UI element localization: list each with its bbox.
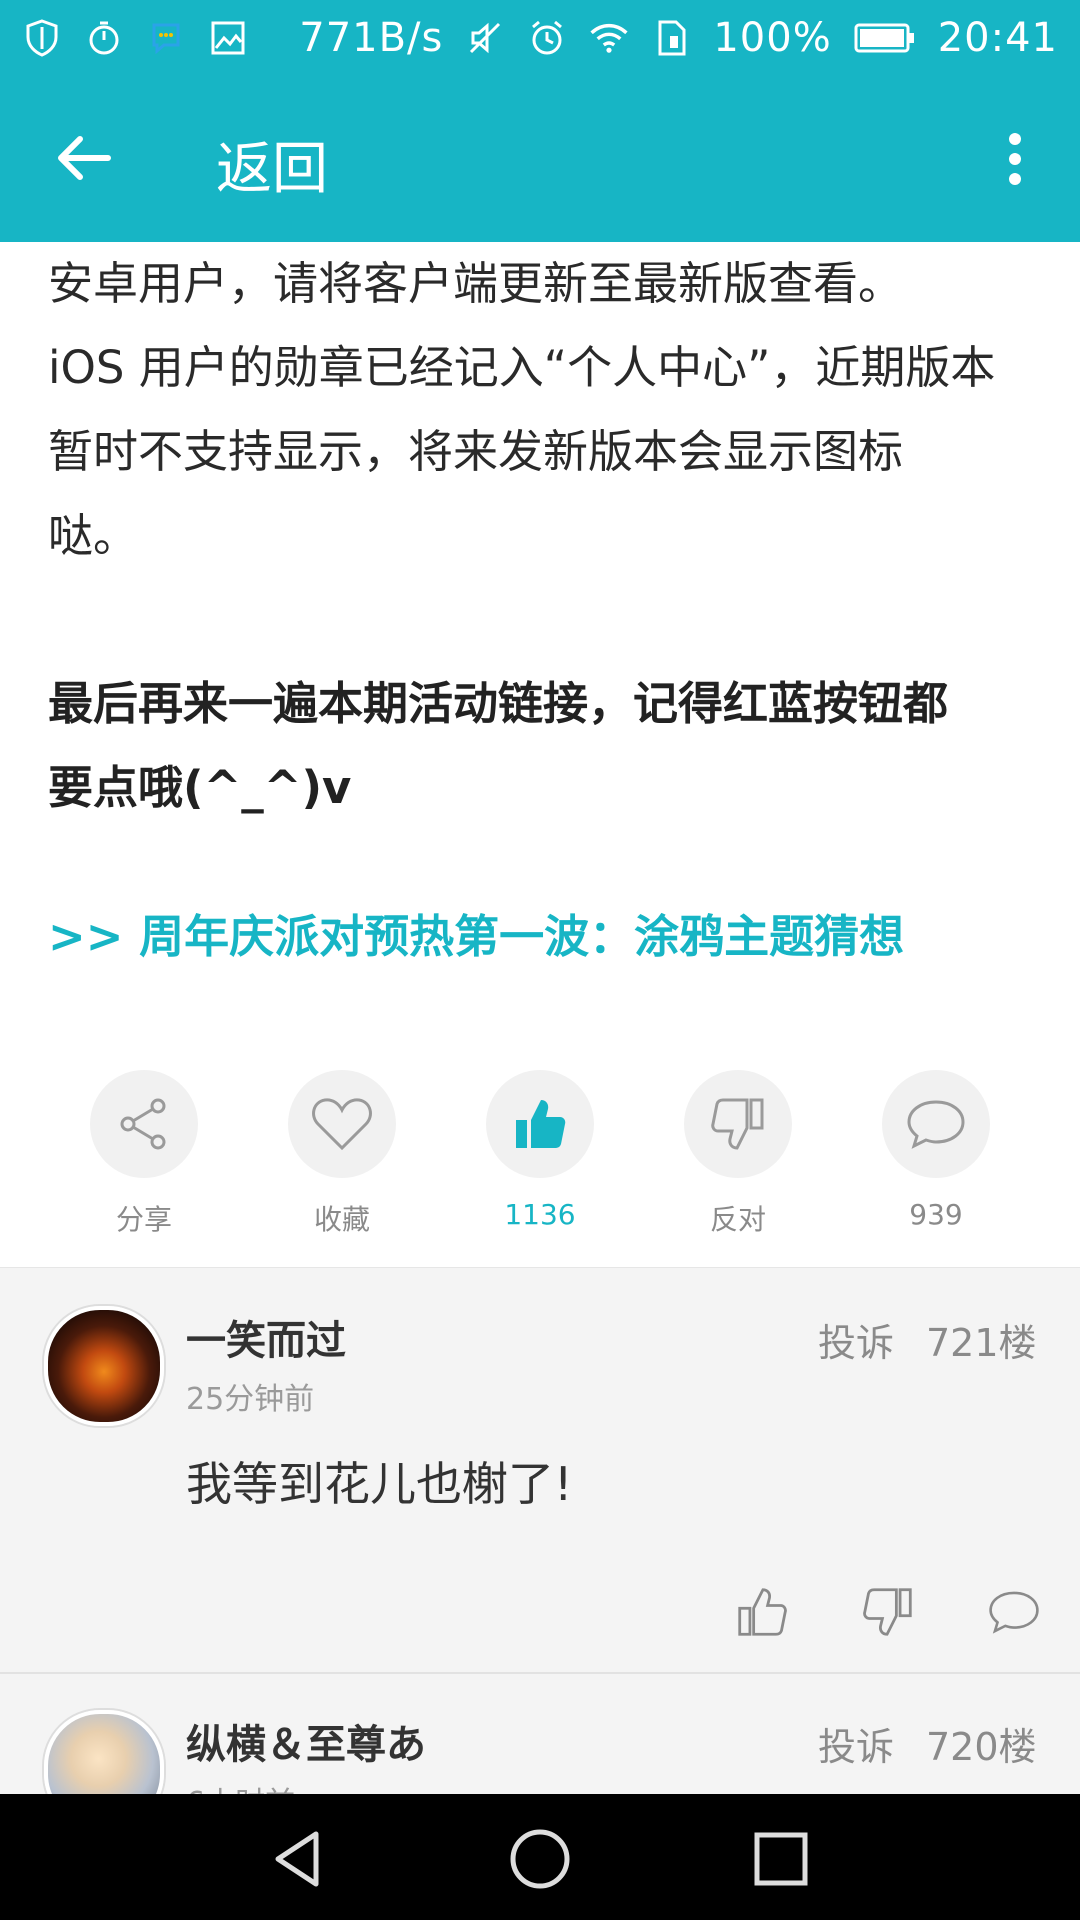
battery-icon: [854, 18, 916, 58]
share-button[interactable]: 分享: [69, 1070, 219, 1238]
image-icon: [208, 18, 248, 58]
battery-percent: 100%: [713, 15, 832, 61]
back-button[interactable]: [52, 126, 116, 190]
like-circle: [486, 1070, 594, 1178]
article-bold-text: 要点哦(^_^)v: [48, 761, 352, 814]
article-body: 安卓用户，请将客户端更新至最新版查看。 iOS 用户的勋章已经记入“个人中心”，…: [48, 242, 1032, 965]
comment-dislike-button[interactable]: [862, 1586, 914, 1638]
status-bar: 771B/s 100% 20:41: [0, 0, 1080, 76]
event-link[interactable]: >> 周年庆派对预热第一波：涂鸦主题猜想: [48, 900, 1032, 965]
arrow-left-icon: [58, 136, 111, 180]
stopwatch-icon: [84, 18, 124, 58]
comment-time: 6小时前: [186, 1778, 295, 1794]
more-options-button[interactable]: [990, 121, 1040, 197]
wifi-icon: [589, 18, 629, 58]
share-icon: [120, 1098, 166, 1150]
more-vertical-icon: [1009, 133, 1021, 185]
favorite-label: 收藏: [313, 1203, 370, 1236]
article-paragraph: iOS 用户的勋章已经记入“个人中心”，近期版本: [48, 341, 996, 394]
sim-icon: [651, 18, 691, 58]
comment-time: 25分钟前: [186, 1382, 315, 1417]
shield-icon: [22, 18, 62, 58]
article-bold-text: 最后再来一遍本期活动链接，记得红蓝按钮都: [48, 677, 949, 730]
thumbs-up-icon: [516, 1100, 566, 1148]
report-button[interactable]: 投诉: [818, 1312, 894, 1367]
article-paragraph: 暂时不支持显示，将来发新版本会显示图标: [48, 425, 904, 478]
page-title[interactable]: 返回: [216, 124, 328, 205]
avatar[interactable]: [44, 1710, 164, 1794]
triangle-back-icon: [275, 1831, 319, 1887]
floor-number: 721楼: [926, 1321, 1037, 1365]
comment-text: 我等到花儿也榭了!: [186, 1457, 573, 1511]
likes-count: 1136: [504, 1198, 576, 1231]
comment-icon: [989, 1591, 1039, 1634]
comment-like-button[interactable]: [736, 1586, 788, 1638]
favorite-button[interactable]: 收藏: [267, 1070, 417, 1238]
comment-list: 一笑而过 25分钟前 投诉 721楼 我等到花儿也榭了! 纵横＆至尊あ 6小时前…: [0, 1268, 1080, 1794]
article-paragraph: 哒。: [48, 509, 139, 562]
comment-icon: [907, 1100, 965, 1149]
comments-circle: [882, 1070, 990, 1178]
oppose-button[interactable]: 反对: [663, 1070, 813, 1238]
network-speed: 771B/s: [299, 15, 444, 61]
heart-icon: [312, 1098, 372, 1151]
nav-back-button[interactable]: [264, 1824, 334, 1894]
comment-author[interactable]: 纵横＆至尊あ: [186, 1712, 426, 1770]
chat-icon: [146, 18, 186, 58]
favorite-circle: [288, 1070, 396, 1178]
comments-count: 939: [909, 1198, 963, 1231]
clock: 20:41: [937, 15, 1058, 61]
square-recents-icon: [754, 1832, 808, 1886]
alarm-icon: [527, 18, 567, 58]
comment-divider: [0, 1672, 1080, 1674]
navigation-bar: [0, 1794, 1080, 1920]
comments-button[interactable]: 939: [861, 1070, 1011, 1231]
status-right: 771B/s 100% 20:41: [299, 15, 1058, 61]
comment-author[interactable]: 一笑而过: [186, 1308, 346, 1366]
article-paragraph: 安卓用户，请将客户端更新至最新版查看。: [48, 257, 904, 310]
app-bar: 返回: [0, 76, 1080, 242]
share-label: 分享: [115, 1203, 172, 1236]
report-button[interactable]: 投诉: [818, 1716, 894, 1771]
mute-icon: [465, 18, 505, 58]
nav-home-button[interactable]: [505, 1824, 575, 1894]
avatar[interactable]: [44, 1306, 164, 1426]
thumbs-down-icon: [863, 1588, 912, 1636]
oppose-label: 反对: [709, 1203, 766, 1236]
nav-recents-button[interactable]: [746, 1824, 816, 1894]
post-actions: 分享 收藏 1136 反对 939: [0, 1070, 1080, 1236]
floor-number: 720楼: [926, 1725, 1037, 1769]
comment-reply-button[interactable]: [988, 1588, 1040, 1640]
circle-home-icon: [510, 1829, 570, 1889]
thumbs-up-icon: [738, 1588, 787, 1636]
status-left: [22, 18, 248, 58]
share-circle: [90, 1070, 198, 1178]
oppose-circle: [684, 1070, 792, 1178]
like-button[interactable]: 1136: [465, 1070, 615, 1231]
thumbs-down-icon: [711, 1098, 764, 1150]
